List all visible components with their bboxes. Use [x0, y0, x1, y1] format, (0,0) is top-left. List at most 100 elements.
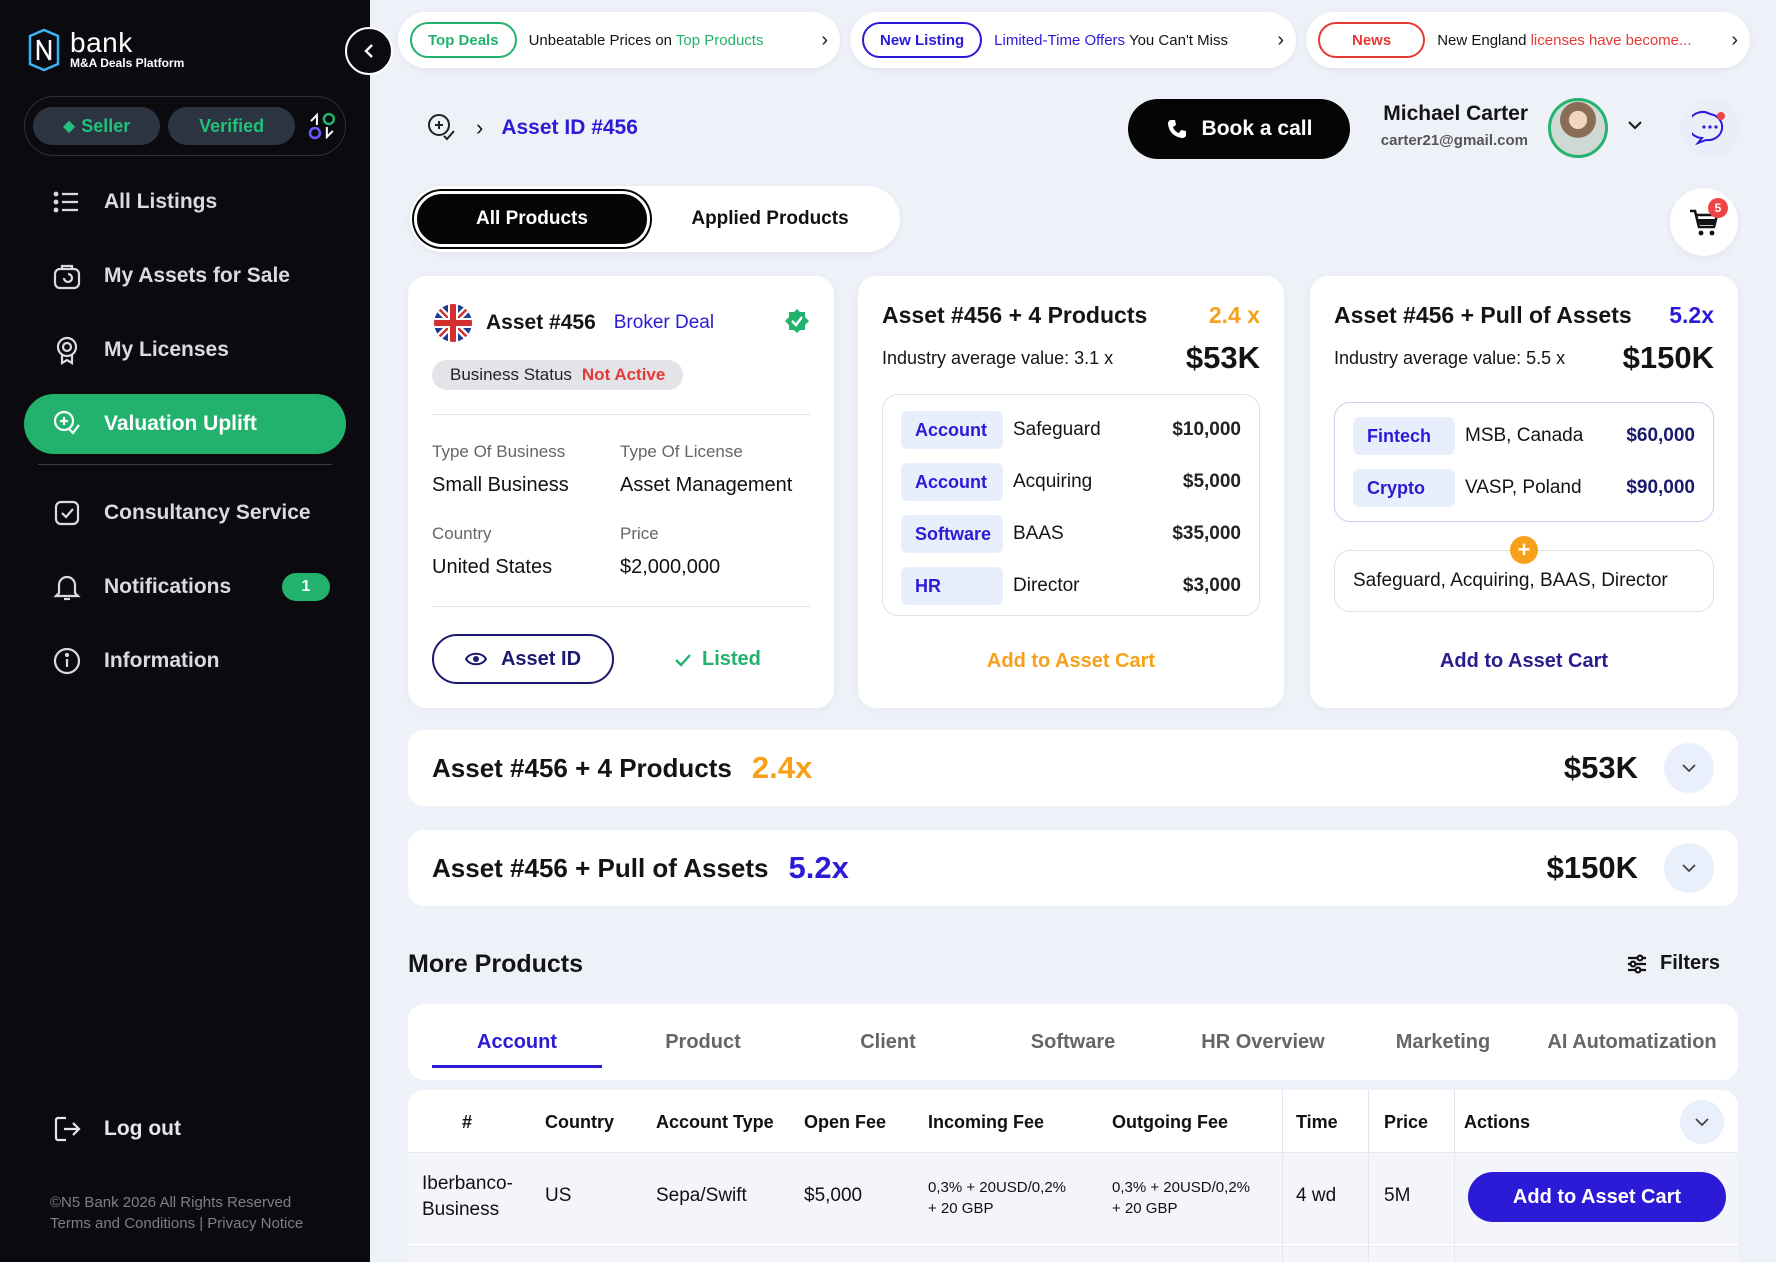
tab-marketing[interactable]: Marketing	[1358, 1004, 1528, 1080]
verified-badge-icon	[785, 309, 809, 333]
chevron-down-icon[interactable]	[1626, 116, 1644, 134]
product-row: HR Director $3,000	[901, 567, 1241, 605]
product-row: Account Acquiring $5,000	[901, 463, 1241, 501]
listed-status: Listed	[674, 648, 761, 671]
chat-button[interactable]	[1680, 98, 1740, 158]
table-row[interactable]	[408, 1246, 1738, 1262]
logout-button[interactable]: Log out	[52, 1114, 181, 1144]
breadcrumb: › Asset ID #456	[426, 112, 638, 144]
table-expand-button[interactable]	[1680, 1100, 1724, 1144]
seller-role-pill[interactable]: ◆ Seller	[33, 107, 161, 145]
product-row: Software BAAS $35,000	[901, 515, 1241, 553]
logout-icon	[54, 1116, 81, 1142]
column-header: Open Fee	[804, 1112, 887, 1132]
add-to-asset-cart-button[interactable]: Add to Asset Cart	[1468, 1172, 1726, 1222]
sidebar-item-information[interactable]: Information	[24, 631, 346, 691]
eye-icon	[464, 652, 487, 666]
filters-button[interactable]: Filters	[1626, 952, 1720, 975]
tab-software[interactable]: Software	[988, 1004, 1158, 1080]
cell-price: 5M	[1384, 1185, 1411, 1206]
brand-name: bank	[70, 27, 133, 58]
swap-role-icon[interactable]	[307, 111, 337, 141]
products-table: # Country Account Type Open Fee Incoming…	[408, 1090, 1738, 1262]
collapse-sidebar-button[interactable]	[345, 27, 393, 75]
field-label: Type Of Business	[432, 442, 566, 461]
product-tag: Software	[901, 515, 1003, 553]
accordion-title: Asset #456 + Pull of Assets	[432, 852, 769, 883]
chevron-down-icon	[1682, 764, 1696, 773]
cart-button[interactable]: 5	[1670, 188, 1738, 256]
tab-ai-automatization[interactable]: AI Automatization	[1534, 1004, 1730, 1080]
tab-account[interactable]: Account	[432, 1004, 602, 1080]
column-header: Account Type	[656, 1112, 774, 1132]
column-header: Time	[1296, 1112, 1338, 1132]
country-field: Country United States	[432, 524, 552, 579]
deal-type-link[interactable]: Broker Deal	[614, 312, 714, 334]
product-price: $3,000	[1182, 575, 1241, 596]
field-label: Country	[432, 524, 492, 543]
accordion-products-bundle[interactable]: Asset #456 + 4 Products 2.4x $53K	[408, 730, 1738, 806]
chevron-down-icon	[1695, 1118, 1709, 1127]
column-header: Country	[545, 1112, 614, 1132]
product-name: Safeguard	[1013, 419, 1101, 440]
sidebar-item-my-assets[interactable]: My Assets for Sale	[24, 246, 346, 306]
sidebar-item-valuation-uplift[interactable]: Valuation Uplift	[24, 394, 346, 454]
tab-hr-overview[interactable]: HR Overview	[1178, 1004, 1348, 1080]
bundle-multiplier: 5.2x	[1669, 302, 1714, 328]
book-call-button[interactable]: Book a call	[1128, 99, 1350, 159]
role-switcher: ◆ Seller Verified	[24, 96, 346, 156]
ticker-new-listing[interactable]: New Listing Limited-Time Offers You Can'…	[850, 12, 1296, 68]
user-email: carter21@gmail.com	[1380, 132, 1528, 149]
field-value: $2,000,000	[620, 556, 721, 578]
sidebar-item-consultancy[interactable]: Consultancy Service	[24, 483, 346, 543]
asset-id-button[interactable]: Asset ID	[432, 634, 614, 684]
ticker-tag: New Listing	[862, 22, 983, 58]
book-call-label: Book a call	[1201, 117, 1313, 140]
column-header: Price	[1384, 1112, 1429, 1132]
bundle-multiplier: 2.4 x	[1208, 302, 1260, 328]
avatar[interactable]	[1548, 98, 1608, 158]
tab-applied-products[interactable]: Applied Products	[650, 191, 890, 247]
add-to-asset-cart-link[interactable]: Add to Asset Cart	[1310, 650, 1738, 673]
product-row: Fintech MSB, Canada $60,000	[1353, 417, 1695, 455]
sidebar-item-my-licenses[interactable]: My Licenses	[24, 320, 346, 380]
chat-icon	[1692, 111, 1725, 146]
tab-client[interactable]: Client	[803, 1004, 973, 1080]
ticker-text: Unbeatable Prices on Top Products	[529, 32, 764, 49]
sidebar-footer: ©N5 Bank 2026 All Rights Reserved Terms …	[50, 1192, 303, 1234]
cell-country: US	[545, 1185, 572, 1206]
column-divider	[1282, 1090, 1283, 1262]
tab-all-products[interactable]: All Products	[414, 191, 650, 247]
ticker-news[interactable]: News New England licenses have become...…	[1306, 12, 1750, 68]
cell-outgoing-fee: 0,3% + 20USD/0,2% + 20 GBP	[1112, 1177, 1250, 1219]
accordion-pool-bundle[interactable]: Asset #456 + Pull of Assets 5.2x $150K	[408, 830, 1738, 906]
cell-name: Iberbanco- Business	[422, 1171, 513, 1223]
brand-logo[interactable]: bank M&A Deals Platform	[26, 28, 184, 72]
field-label: Price	[620, 524, 659, 543]
ticker-tag: News	[1318, 22, 1426, 58]
sidebar-item-notifications[interactable]: Notifications 1	[24, 557, 346, 617]
accordion-multiplier: 2.4x	[751, 750, 813, 785]
breadcrumb-current[interactable]: Asset ID #456	[501, 116, 638, 140]
valuation-home-icon[interactable]	[426, 112, 458, 144]
sidebar: bank M&A Deals Platform ◆ Seller Verifie…	[0, 0, 370, 1262]
tab-product[interactable]: Product	[618, 1004, 788, 1080]
cell-open-fee: $5,000	[804, 1185, 863, 1206]
add-to-asset-cart-link[interactable]: Add to Asset Cart	[858, 650, 1284, 673]
ticker-text-b: licenses have become...	[1530, 31, 1692, 49]
bag-icon	[53, 264, 81, 290]
sidebar-item-all-listings[interactable]: All Listings	[24, 172, 346, 232]
ticker-top-deals[interactable]: Top Deals Unbeatable Prices on Top Produ…	[398, 12, 840, 68]
column-divider	[1368, 1090, 1369, 1262]
product-view-tabs: All Products Applied Products	[410, 186, 900, 252]
bundle-title: Asset #456 + Pull of Assets	[1334, 302, 1632, 328]
user-info[interactable]: Michael Carter carter21@gmail.com	[1370, 102, 1528, 149]
asset-card: Asset #456 Broker Deal Business Status N…	[408, 276, 834, 708]
chevron-right-icon: ›	[1731, 28, 1738, 51]
expand-button[interactable]	[1664, 743, 1714, 793]
expand-button[interactable]	[1664, 843, 1714, 893]
accordion-title: Asset #456 + 4 Products	[432, 752, 732, 783]
legal-links[interactable]: Terms and Conditions | Privacy Notice	[50, 1213, 303, 1234]
product-tag: Account	[901, 463, 1003, 501]
ticker-text-a: Limited-Time Offers	[994, 31, 1126, 49]
